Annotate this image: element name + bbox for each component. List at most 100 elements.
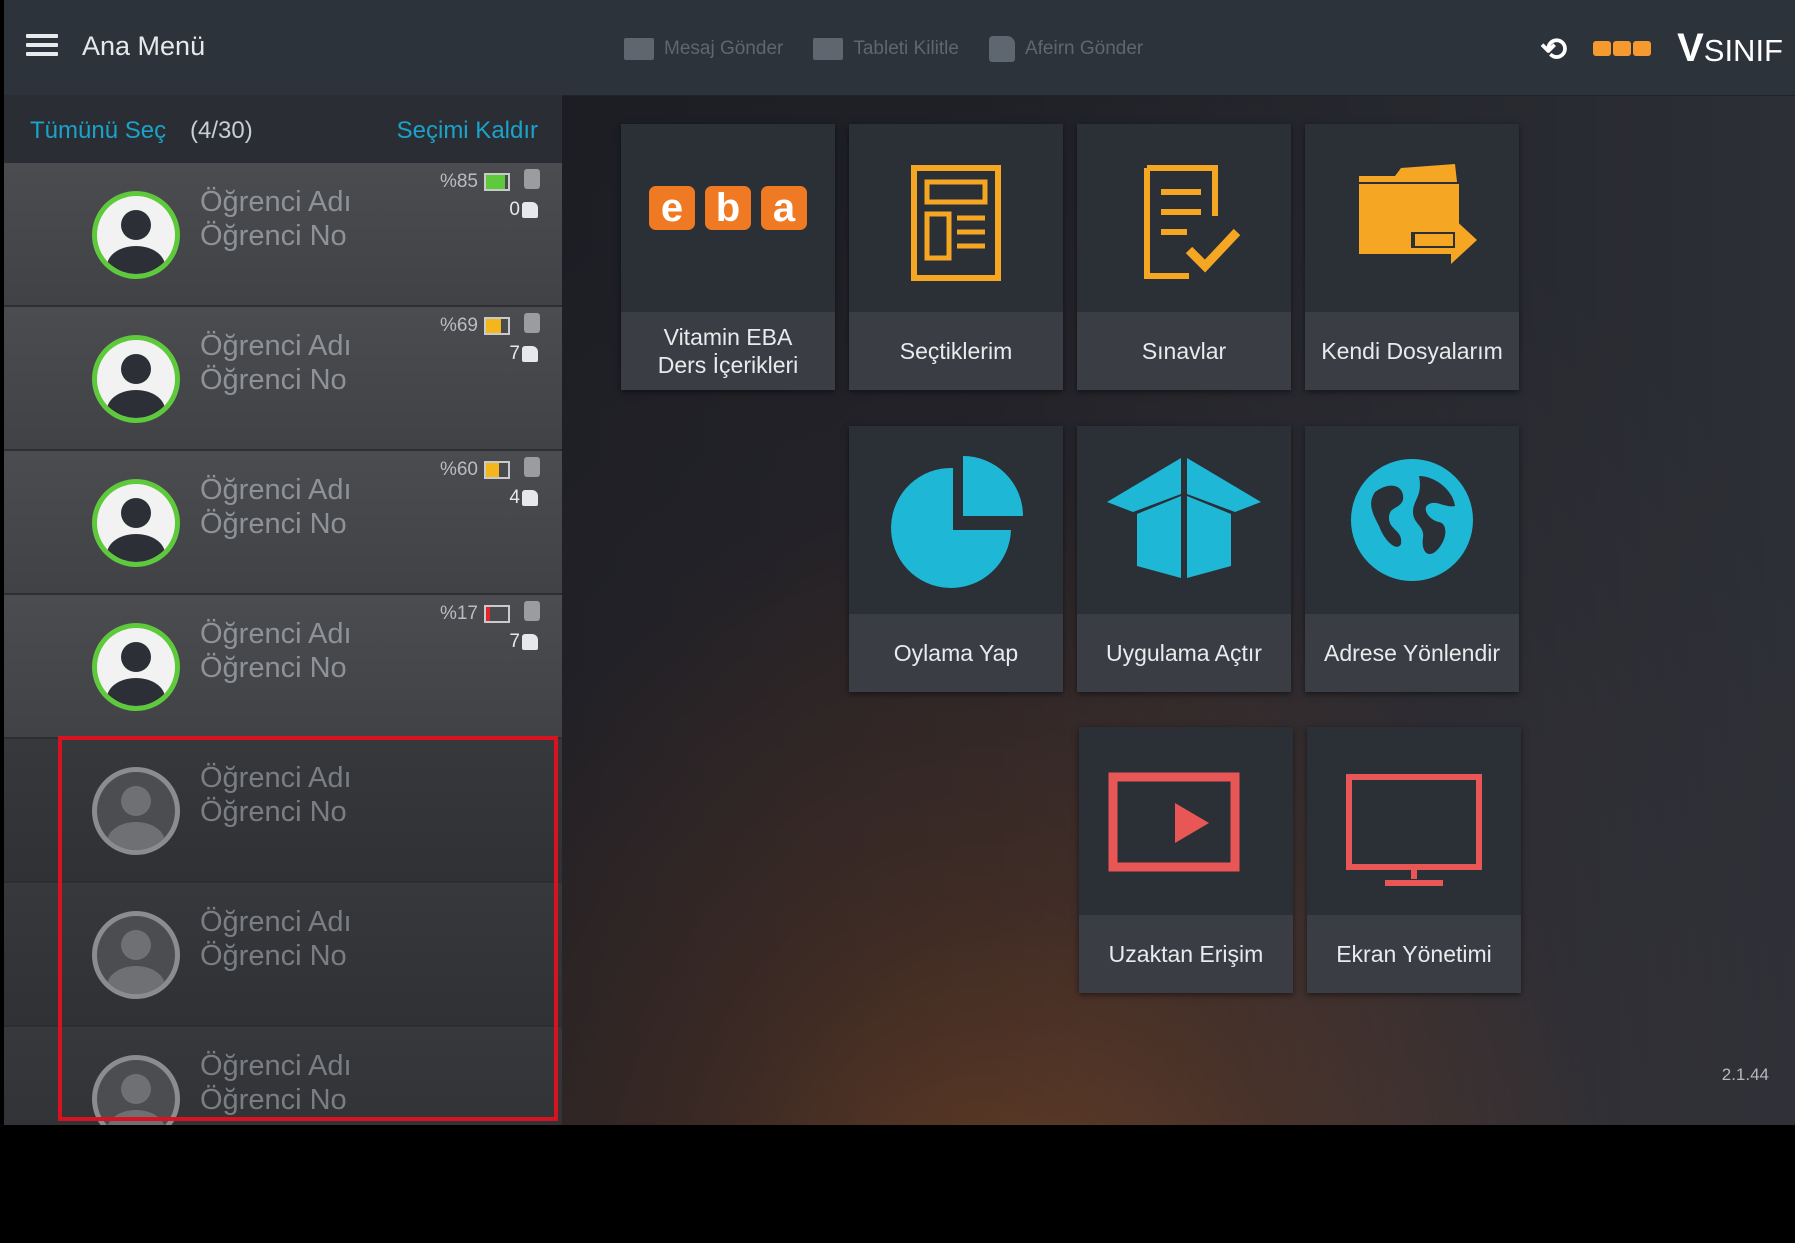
likes-count: 0 bbox=[509, 199, 538, 221]
student-row[interactable]: Öğrenci Adı Öğrenci No %60 4 bbox=[4, 451, 562, 595]
lock-icon[interactable] bbox=[524, 313, 540, 333]
tile-oylama-yap[interactable]: Oylama Yap bbox=[849, 426, 1063, 692]
battery-icon bbox=[484, 461, 510, 479]
student-name: Öğrenci Adı bbox=[200, 906, 352, 938]
likes-count: 7 bbox=[509, 631, 538, 653]
send-praise-label: Afeirn Gönder bbox=[1024, 38, 1144, 59]
thumb-up-icon bbox=[522, 346, 538, 362]
eba-logo-icon: e b a bbox=[649, 186, 807, 230]
student-number: Öğrenci No bbox=[200, 940, 347, 972]
history-icon[interactable]: ⟲ bbox=[1540, 30, 1567, 68]
menu-title: Ana Menü bbox=[82, 31, 206, 61]
battery-indicator: %85 bbox=[440, 171, 510, 193]
student-number: Öğrenci No bbox=[200, 1084, 347, 1116]
clear-selection-link[interactable]: Seçimi Kaldır bbox=[397, 117, 538, 145]
lock-icon[interactable] bbox=[524, 169, 540, 189]
battery-percent: %69 bbox=[439, 315, 478, 336]
likes-count: 4 bbox=[509, 487, 538, 509]
avatar bbox=[92, 479, 180, 567]
student-number: Öğrenci No bbox=[200, 796, 347, 828]
tile-ekran-yonetimi[interactable]: Ekran Yönetimi bbox=[1307, 727, 1521, 993]
thumb-up-icon bbox=[522, 490, 538, 506]
monitor-icon bbox=[1346, 774, 1482, 886]
tile-sinavlar[interactable]: Sınavlar bbox=[1077, 124, 1291, 390]
student-row[interactable]: Öğrenci Adı Öğrenci No bbox=[4, 1027, 562, 1125]
open-box-icon bbox=[1107, 458, 1261, 578]
eba-letter-b: b bbox=[716, 186, 740, 230]
thumb-up-icon bbox=[522, 202, 538, 218]
pie-chart-icon bbox=[891, 456, 1023, 588]
lock-icon[interactable] bbox=[524, 601, 540, 621]
student-number: Öğrenci No bbox=[200, 508, 347, 540]
likes-value: 7 bbox=[509, 343, 520, 364]
student-name: Öğrenci Adı bbox=[200, 330, 352, 362]
likes-value: 0 bbox=[509, 199, 520, 220]
student-row[interactable]: Öğrenci Adı Öğrenci No %69 7 bbox=[4, 307, 562, 451]
student-name: Öğrenci Adı bbox=[200, 1050, 352, 1082]
battery-indicator: %17 bbox=[440, 603, 510, 625]
globe-icon bbox=[1351, 459, 1473, 581]
eba-letter-e: e bbox=[661, 186, 683, 230]
play-screen-icon bbox=[1108, 772, 1240, 872]
student-sidebar: Tümünü Seç (4/30) Seçimi Kaldır Öğrenci … bbox=[4, 95, 562, 1125]
tile-label: Kendi Dosyalarım bbox=[1321, 338, 1503, 364]
app-window: Ana Menü Mesaj Gönder Tableti Kilitle Af… bbox=[4, 0, 1795, 1125]
thumb-up-icon bbox=[522, 634, 538, 650]
battery-indicator: %60 bbox=[440, 459, 510, 481]
tile-label: Oylama Yap bbox=[893, 640, 1019, 666]
send-message-button[interactable]: Mesaj Gönder bbox=[624, 36, 783, 62]
tile-uygulama-actir[interactable]: Uygulama Açtır bbox=[1077, 426, 1291, 692]
avatar bbox=[92, 767, 180, 855]
lock-tablet-label: Tableti Kilitle bbox=[853, 38, 959, 59]
version-label: 2.1.44 bbox=[1721, 1065, 1769, 1084]
tile-uzaktan-erisim[interactable]: Uzaktan Erişim bbox=[1079, 727, 1293, 993]
likes-value: 4 bbox=[509, 487, 520, 508]
send-message-label: Mesaj Gönder bbox=[664, 38, 784, 59]
tile-label: Uygulama Açtır bbox=[1106, 640, 1262, 666]
top-right: ⟲ VSINIF bbox=[1540, 26, 1783, 71]
tile-label: Adrese Yönlendir bbox=[1323, 640, 1501, 666]
student-row[interactable]: Öğrenci Adı Öğrenci No bbox=[4, 883, 562, 1027]
avatar bbox=[92, 191, 180, 279]
likes-value: 7 bbox=[509, 631, 520, 652]
avatar bbox=[92, 623, 180, 711]
student-name: Öğrenci Adı bbox=[200, 618, 352, 650]
avatar bbox=[92, 1055, 180, 1125]
send-praise-button[interactable]: Afeirn Gönder bbox=[988, 36, 1144, 62]
hamburger-menu-icon[interactable] bbox=[26, 34, 58, 60]
likes-count: 7 bbox=[509, 343, 538, 365]
eba-mini-logo[interactable] bbox=[1593, 41, 1652, 56]
lock-icon[interactable] bbox=[524, 457, 540, 477]
student-number: Öğrenci No bbox=[200, 652, 347, 684]
vsinif-logo: VSINIF bbox=[1677, 26, 1783, 70]
student-number: Öğrenci No bbox=[200, 220, 347, 252]
battery-indicator: %69 bbox=[440, 315, 510, 337]
tile-label: Vitamin EBA Ders İçerikleri bbox=[657, 324, 799, 378]
folder-share-icon bbox=[1359, 164, 1477, 264]
sidebar-header: Tümünü Seç (4/30) Seçimi Kaldır bbox=[4, 95, 562, 163]
student-row[interactable]: Öğrenci Adı Öğrenci No %17 7 bbox=[4, 595, 562, 739]
top-bar: Ana Menü Mesaj Gönder Tableti Kilitle Af… bbox=[4, 0, 1795, 96]
tile-adrese-yonlendir[interactable]: Adrese Yönlendir bbox=[1305, 426, 1519, 692]
student-row[interactable]: Öğrenci Adı Öğrenci No %85 0 bbox=[4, 163, 562, 307]
select-all-link[interactable]: Tümünü Seç bbox=[30, 117, 166, 145]
battery-percent: %60 bbox=[439, 459, 478, 480]
student-row[interactable]: Öğrenci Adı Öğrenci No bbox=[4, 739, 562, 883]
avatar bbox=[92, 335, 180, 423]
tile-label: Ekran Yönetimi bbox=[1336, 941, 1492, 967]
student-name: Öğrenci Adı bbox=[200, 186, 352, 218]
lock-tablet-button[interactable]: Tableti Kilitle bbox=[813, 36, 959, 62]
exam-check-icon bbox=[1144, 165, 1241, 279]
battery-icon bbox=[484, 317, 510, 335]
student-name: Öğrenci Adı bbox=[200, 474, 352, 506]
top-actions: Mesaj Gönder Tableti Kilitle Afeirn Gönd… bbox=[624, 36, 1143, 62]
battery-icon bbox=[484, 173, 510, 191]
student-name: Öğrenci Adı bbox=[200, 762, 352, 794]
selection-count: (4/30) bbox=[190, 117, 253, 144]
tile-vitamin-eba[interactable]: e b a Vitamin EBA Ders İçerikleri bbox=[621, 124, 835, 390]
tile-kendi-dosyalarim[interactable]: Kendi Dosyalarım bbox=[1305, 124, 1519, 390]
student-number: Öğrenci No bbox=[200, 364, 347, 396]
tablet-lock-icon bbox=[813, 38, 844, 60]
tile-sectiklerim[interactable]: Seçtiklerim bbox=[849, 124, 1063, 390]
battery-percent: %17 bbox=[439, 603, 478, 624]
